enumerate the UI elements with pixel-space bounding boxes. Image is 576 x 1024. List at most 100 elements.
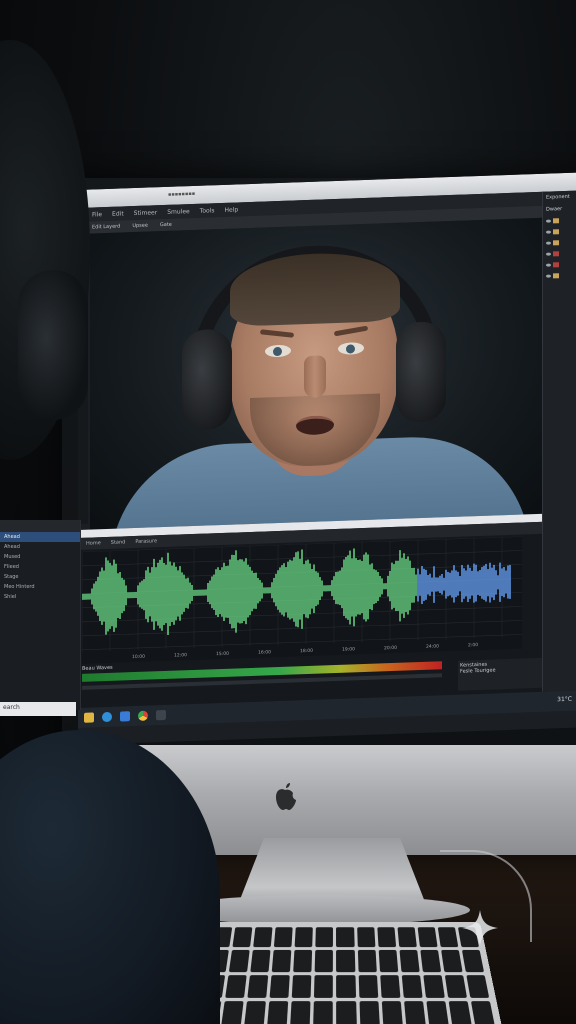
foreground-headphone-icon [18,270,88,420]
properties-box: Kenstaines Fesle Tourigee [458,657,542,691]
list-item[interactable]: Ahead [0,542,80,552]
timeline-tick-label: 15:00 [216,651,229,657]
folder-icon [553,218,559,224]
layers-panel: Exponent Dwaer [542,190,576,692]
timeline-tick-label: 10:00 [132,654,145,660]
keyboard-key [426,1000,449,1024]
timeline-tick-label: 16:00 [258,649,271,655]
window-title: ▪▪▪▪▪▪▪▪ [168,190,196,198]
visibility-eye-icon[interactable] [546,274,551,278]
apple-logo-icon [276,783,296,810]
visibility-eye-icon[interactable] [546,263,551,267]
keyboard-key [314,974,334,998]
keyboard-key [253,927,273,948]
keyboard-key [269,974,291,998]
sparkle-icon [462,910,498,946]
keyboard-key [267,1000,289,1024]
visibility-eye-icon[interactable] [546,252,551,256]
keyboard-key [272,950,292,972]
side-window: Ahead Ahead Mused Flieed Stage Meo Hinte… [0,520,81,710]
keyboard-key [466,974,490,998]
keyboard-key [247,974,269,998]
keyboard-key [378,950,398,972]
list-item[interactable]: Ahead [0,532,80,542]
keyboard-key [336,950,355,972]
keyboard-key [313,1000,334,1024]
visibility-eye-icon[interactable] [546,241,551,245]
headphone-right-cup [396,321,446,423]
timeline-tick-label: 12:00 [174,652,187,658]
layer-thumbnail-icon [553,262,559,268]
audio-tab-home[interactable]: Home [86,540,101,547]
toolbar-item-1[interactable]: Edit Layerd [92,224,120,231]
menu-file[interactable]: File [92,211,102,218]
file-explorer-icon[interactable] [84,712,94,723]
media-icon[interactable] [156,709,166,721]
toolbar-item-2[interactable]: Upsee [132,223,148,230]
timeline-tick-label: 18:00 [300,648,313,654]
keyboard-key [448,1000,472,1024]
keyboard-key [470,1000,495,1024]
keyboard-key [376,927,396,948]
meter-label: Beau Waves [82,664,113,672]
layer-row[interactable] [543,269,576,281]
keyboard-key [444,974,467,998]
keyboard-key [358,974,378,998]
timeline-tick-label: 20:00 [384,645,397,651]
waveform-view[interactable]: 10:00 12:00 15:00 16:00 18:00 19:00 20:00 24:00… [82,536,522,664]
visibility-eye-icon[interactable] [546,219,551,223]
keyboard-key [232,927,253,948]
keyboard-key [437,927,459,948]
keyboard-key [440,950,463,972]
nose [304,355,326,399]
list-item[interactable]: Shiel [0,592,80,602]
folder-icon [553,229,559,235]
scene: ▪▪▪▪▪▪▪▪ File Edit Stimeer Smulee Tools … [0,0,576,1024]
timeline-tick-label: 24:00 [426,643,439,649]
audio-tab-stand[interactable]: Stand [111,539,126,546]
keyboard-key [244,1000,267,1024]
video-preview [90,217,542,534]
keyboard-key [315,950,334,972]
headphone-left-cup [182,328,232,431]
keyboard-key [292,974,312,998]
keyboard-key [221,1000,244,1024]
toolbar-item-3[interactable]: Gate [160,222,172,228]
timeline-tick-label: 2:00 [468,642,478,648]
visibility-eye-icon[interactable] [546,230,551,234]
keyboard-key [274,927,294,948]
menu-tools[interactable]: Tools [200,207,215,215]
menu-edit[interactable]: Edit [112,210,124,217]
list-item[interactable]: Flieed [0,562,80,572]
list-item[interactable]: Meo Hinterd [0,582,80,592]
keyboard-key [356,927,376,948]
menu-item-3[interactable]: Stimeer [134,209,158,217]
menu-item-4[interactable]: Smulee [167,208,190,216]
audio-tab-parasure[interactable]: Parasure [135,538,157,545]
keyboard-key [397,927,417,948]
keyboard-key [229,950,250,972]
keyboard-key [336,1000,357,1024]
folder-icon [553,273,559,279]
keyboard-key [225,974,247,998]
keyboard-key [403,1000,426,1024]
side-window-header [0,520,80,532]
keyboard-key [294,927,314,948]
folder-icon [553,240,559,246]
search-input[interactable]: earch [0,702,76,716]
mail-icon[interactable] [120,711,130,722]
keyboard-key [293,950,313,972]
keyboard-key [359,1000,380,1024]
keyboard-key [336,927,355,948]
list-item[interactable]: Mused [0,552,80,562]
keyboard-key [399,950,420,972]
timeline-tick-label: 19:00 [342,646,355,652]
keyboard-key [417,927,438,948]
edge-icon[interactable] [102,711,112,723]
chrome-icon[interactable] [138,710,148,721]
keyboard-key [461,950,484,972]
menu-help[interactable]: Help [225,206,239,213]
list-item[interactable]: Stage [0,572,80,582]
keyboard-key [401,974,423,998]
keyboard-key [420,950,441,972]
